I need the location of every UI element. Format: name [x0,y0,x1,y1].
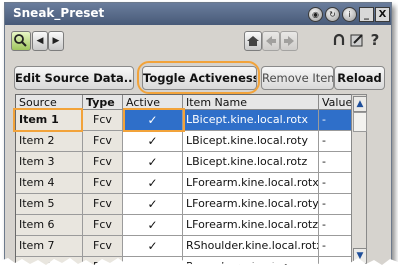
row-value-cell[interactable]: - [319,215,352,236]
column-header-type[interactable]: Type [83,95,123,110]
row-item-name-cell[interactable]: LBicept.kine.local.rotz [183,152,319,173]
row-source-cell[interactable]: Item 5 [16,194,83,215]
home-icon[interactable] [244,31,262,51]
help-glyph: ? [370,31,380,49]
row-type-cell: Fcv [83,236,123,257]
row-type-cell: Fcv [83,194,123,215]
active-checkbox[interactable]: ✓ [123,131,183,152]
help-icon[interactable]: ? [367,31,383,49]
row-item-name-cell[interactable]: LForearm.kine.local.rotx [183,173,319,194]
row-value-cell[interactable]: - [319,110,352,131]
row-value-cell[interactable]: - [319,173,352,194]
table-row[interactable]: Item 7 Fcv ✓ RShoulder.kine.local.rotx - [16,236,352,257]
row-item-name-cell[interactable]: LBicept.kine.local.rotx [183,110,319,131]
row-source-cell[interactable]: Item 7 [16,236,83,257]
row-item-name-cell[interactable]: LForearm.kine.local.rotz [183,215,319,236]
eye-icon[interactable]: ◉ [308,7,323,22]
next-arrow-glyph: ▶ [52,36,60,46]
row-source-cell[interactable]: Item 2 [16,131,83,152]
edit-source-data-button[interactable]: Edit Source Data... [14,66,134,90]
row-type-cell: Fcv [83,215,123,236]
row-value-cell[interactable]: - [319,152,352,173]
row-value-cell[interactable]: - [319,236,352,257]
row-source-cell[interactable]: Item 3 [16,152,83,173]
remove-item-button[interactable]: Remove Item [261,66,334,90]
row-type-cell: Fcv [83,173,123,194]
column-header-item-name[interactable]: Item Name [183,95,319,110]
magnifier-icon[interactable] [11,31,31,51]
table-row[interactable]: Item 5 Fcv ✓ LForearm.kine.local.roty - [16,194,352,215]
table-row[interactable]: Item 3 Fcv ✓ LBicept.kine.local.rotz - [16,152,352,173]
vertical-scrollbar[interactable]: ▲ ▼ [351,94,367,265]
torn-edge [0,258,398,275]
minimize-icon[interactable]: _ [359,7,374,22]
row-source-cell[interactable]: Item 6 [16,215,83,236]
active-checkbox[interactable]: ✓ [123,152,183,173]
row-item-name-cell[interactable]: LBicept.kine.local.roty [183,131,319,152]
scroll-thumb[interactable] [353,112,367,132]
active-checkbox[interactable]: ✓ [123,173,183,194]
active-checkbox[interactable]: ✓ [123,236,183,257]
active-checkbox[interactable]: ✓ [123,194,183,215]
row-value-cell[interactable]: - [319,131,352,152]
column-header-value[interactable]: Value [319,95,352,110]
lock-icon[interactable] [331,31,347,49]
active-checkbox[interactable]: ✓ [123,215,183,236]
row-type-cell: Fcv [83,110,123,131]
window-title: Sneak_Preset [13,6,105,20]
info-icon[interactable]: i [342,7,357,22]
row-item-name-cell[interactable]: LForearm.kine.local.roty [183,194,319,215]
next-arrow-icon[interactable]: ▶ [48,31,64,51]
row-source-cell[interactable]: Item 4 [16,173,83,194]
reload-button[interactable]: Reload [334,66,385,90]
active-cell-highlight [123,108,185,132]
toggle-activeness-highlight [137,61,260,94]
row-type-cell: Fcv [83,131,123,152]
forward-icon[interactable] [280,31,298,51]
table-row[interactable]: Item 6 Fcv ✓ LForearm.kine.local.rotz - [16,215,352,236]
row-type-cell: Fcv [83,152,123,173]
edit-icon[interactable] [349,31,365,49]
toolbar: ◀ ▶ ? [5,25,391,59]
back-icon[interactable] [262,31,280,51]
table-row[interactable]: Item 2 Fcv ✓ LBicept.kine.local.roty - [16,131,352,152]
table-row[interactable]: Item 4 Fcv ✓ LForearm.kine.local.rotx - [16,173,352,194]
item-1-highlight [13,108,83,132]
prev-arrow-glyph: ◀ [36,36,44,46]
prev-arrow-icon[interactable]: ◀ [32,31,48,51]
title-bar[interactable]: Sneak_Preset ◉ ↻ i _ X [5,3,391,25]
sneak-preset-window: Sneak_Preset ◉ ↻ i _ X ◀ ▶ ? Edit Source… [4,2,392,266]
row-item-name-cell[interactable]: RShoulder.kine.local.rotx [183,236,319,257]
refresh-icon[interactable]: ↻ [325,7,340,22]
close-icon[interactable]: X [375,7,390,22]
scroll-up-icon[interactable]: ▲ [353,96,367,112]
row-value-cell[interactable]: - [319,194,352,215]
